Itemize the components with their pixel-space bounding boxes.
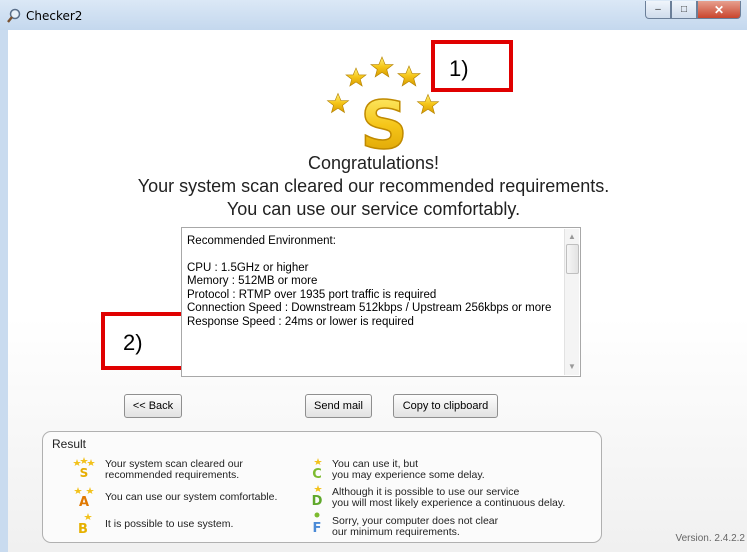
close-button[interactable]: ✕ <box>697 1 741 19</box>
scroll-thumb[interactable] <box>566 244 579 274</box>
congrats-line-2: Your system scan cleared our recommended… <box>137 176 610 196</box>
legend-a-line1: You can use our system comfortable. <box>105 491 278 503</box>
svg-text:C: C <box>312 467 322 479</box>
annotation-2-label: 2) <box>123 330 143 355</box>
legend-item-s: Your system scan cleared our recommended… <box>105 459 243 481</box>
annotation-2: 2) <box>101 312 185 370</box>
grade-a-stars-icon: A <box>74 487 94 507</box>
app-magnifier-icon <box>7 8 21 23</box>
svg-text:D: D <box>312 494 323 506</box>
title-bar: Checker2 – □ ✕ <box>0 0 747 30</box>
legend-item-d: Although it is possible to use our servi… <box>332 487 565 509</box>
grade-f-icon: F <box>313 512 322 533</box>
environment-line: Response Speed : 24ms or lower is requir… <box>187 315 414 328</box>
maximize-button[interactable]: □ <box>671 1 697 19</box>
minimize-icon: – <box>655 4 661 15</box>
window-title: Checker2 <box>26 9 83 23</box>
environment-line: Memory : 512MB or more <box>187 275 318 287</box>
svg-text:S: S <box>80 466 89 478</box>
environment-heading: Recommended Environment: <box>187 235 336 247</box>
copy-to-clipboard-button[interactable]: Copy to clipboard <box>393 394 498 418</box>
legend-item-a: You can use our system comfortable. <box>105 492 277 503</box>
svg-text:S: S <box>360 87 408 158</box>
result-title: Result <box>52 437 87 451</box>
environment-line: Protocol : RTMP over 1935 port traffic i… <box>187 288 437 301</box>
legend-item-f: Sorry, your computer does not clear our … <box>332 516 498 538</box>
legend-d-line2: you will most likely experience a contin… <box>332 497 566 509</box>
legend-item-c: You can use it, but you may experience s… <box>332 459 485 481</box>
svg-text:A: A <box>79 495 89 507</box>
svg-text:F: F <box>313 521 322 533</box>
back-button[interactable]: << Back <box>124 394 182 418</box>
maximize-icon: □ <box>680 4 688 15</box>
scroll-down-arrow-icon[interactable]: ▼ <box>565 360 579 374</box>
congrats-line-3: You can use our service comfortably. <box>226 199 521 219</box>
environment-line: Connection Speed : Downstream 512kbps / … <box>187 302 552 314</box>
result-legend-panel: Result S Your system scan cleared our re… <box>42 431 602 543</box>
send-mail-button[interactable]: Send mail <box>305 394 372 418</box>
environment-text: Recommended Environment: CPU : 1.5GHz or… <box>187 235 559 329</box>
environment-textbox[interactable]: Recommended Environment: CPU : 1.5GHz or… <box>181 227 581 377</box>
version-label: Version. 2.4.2.2 <box>675 533 746 544</box>
legend-b-line1: It is possible to use system. <box>105 518 234 530</box>
annotation-1: 1) <box>431 40 513 92</box>
congrats-line-1: Congratulations! <box>307 153 440 173</box>
legend-c-line2: you may experience some delay. <box>332 469 485 481</box>
legend-item-b: It is possible to use system. <box>105 519 233 530</box>
legend-f-line2: our minimum requirements. <box>332 526 460 538</box>
window-controls: – □ ✕ <box>645 1 741 21</box>
minimize-button[interactable]: – <box>645 1 671 19</box>
grade-b-star-icon: B <box>78 513 92 534</box>
scroll-up-arrow-icon[interactable]: ▲ <box>565 230 579 244</box>
grade-d-star-icon: D <box>312 485 323 506</box>
close-icon: ✕ <box>713 2 725 17</box>
annotation-1-label: 1) <box>449 56 469 81</box>
environment-line: CPU : 1.5GHz or higher <box>187 261 309 274</box>
legend-s-line2: recommended requirements. <box>105 469 240 481</box>
grade-c-star-icon: C <box>312 458 322 479</box>
vertical-scrollbar[interactable]: ▲ ▼ <box>564 229 579 375</box>
grade-s-stars-icon: S <box>73 457 95 478</box>
svg-text:B: B <box>78 522 88 534</box>
